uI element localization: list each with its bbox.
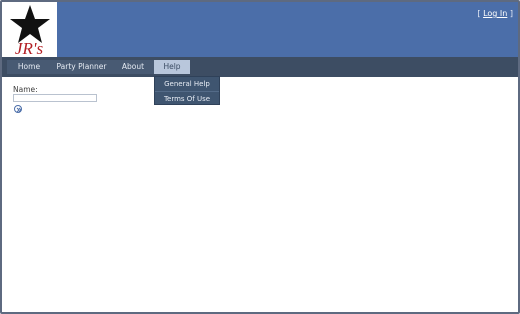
login-area: [ Log In ] (477, 9, 513, 18)
name-input[interactable] (13, 94, 97, 102)
help-dropdown: General Help Terms Of Use (154, 76, 220, 105)
header: JR's [ Log In ] (2, 2, 518, 57)
main-menu: Home Party Planner About Help (2, 57, 518, 77)
login-bracket-open: [ (477, 9, 481, 18)
menu-help[interactable]: Help (154, 60, 190, 74)
login-link[interactable]: Log In (483, 9, 507, 18)
login-bracket-close: ] (509, 9, 513, 18)
go-arrow-icon (16, 107, 22, 113)
menu-party-planner[interactable]: Party Planner (51, 60, 112, 74)
submit-button[interactable] (14, 105, 22, 113)
name-label: Name: (13, 85, 38, 94)
menu-home[interactable]: Home (7, 60, 51, 74)
menu-about[interactable]: About (112, 60, 154, 74)
menu-terms-of-use[interactable]: Terms Of Use (155, 91, 219, 106)
menu-general-help[interactable]: General Help (155, 77, 219, 91)
star-logo-icon: JR's (2, 2, 57, 57)
site-logo: JR's (2, 2, 57, 57)
page-frame: JR's [ Log In ] Home Party Planner About… (0, 0, 520, 314)
logo-text: JR's (15, 39, 44, 57)
